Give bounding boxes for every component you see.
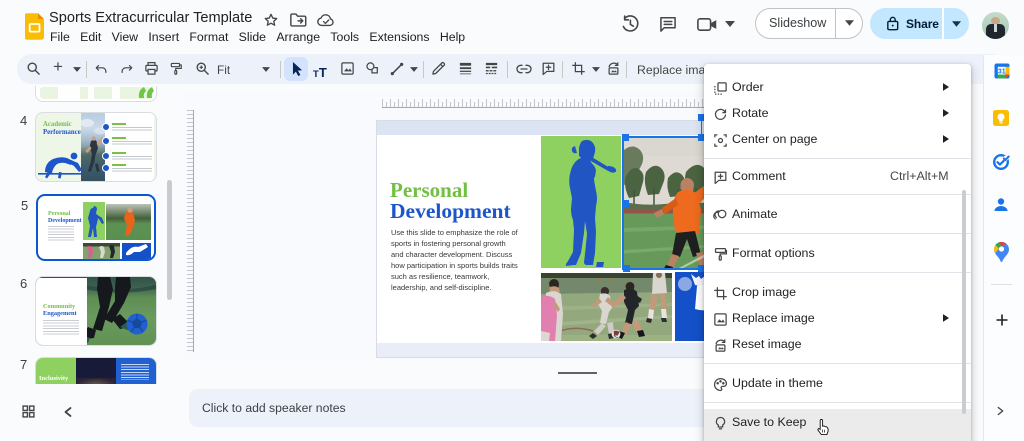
svg-text:31: 31 — [998, 68, 1006, 75]
